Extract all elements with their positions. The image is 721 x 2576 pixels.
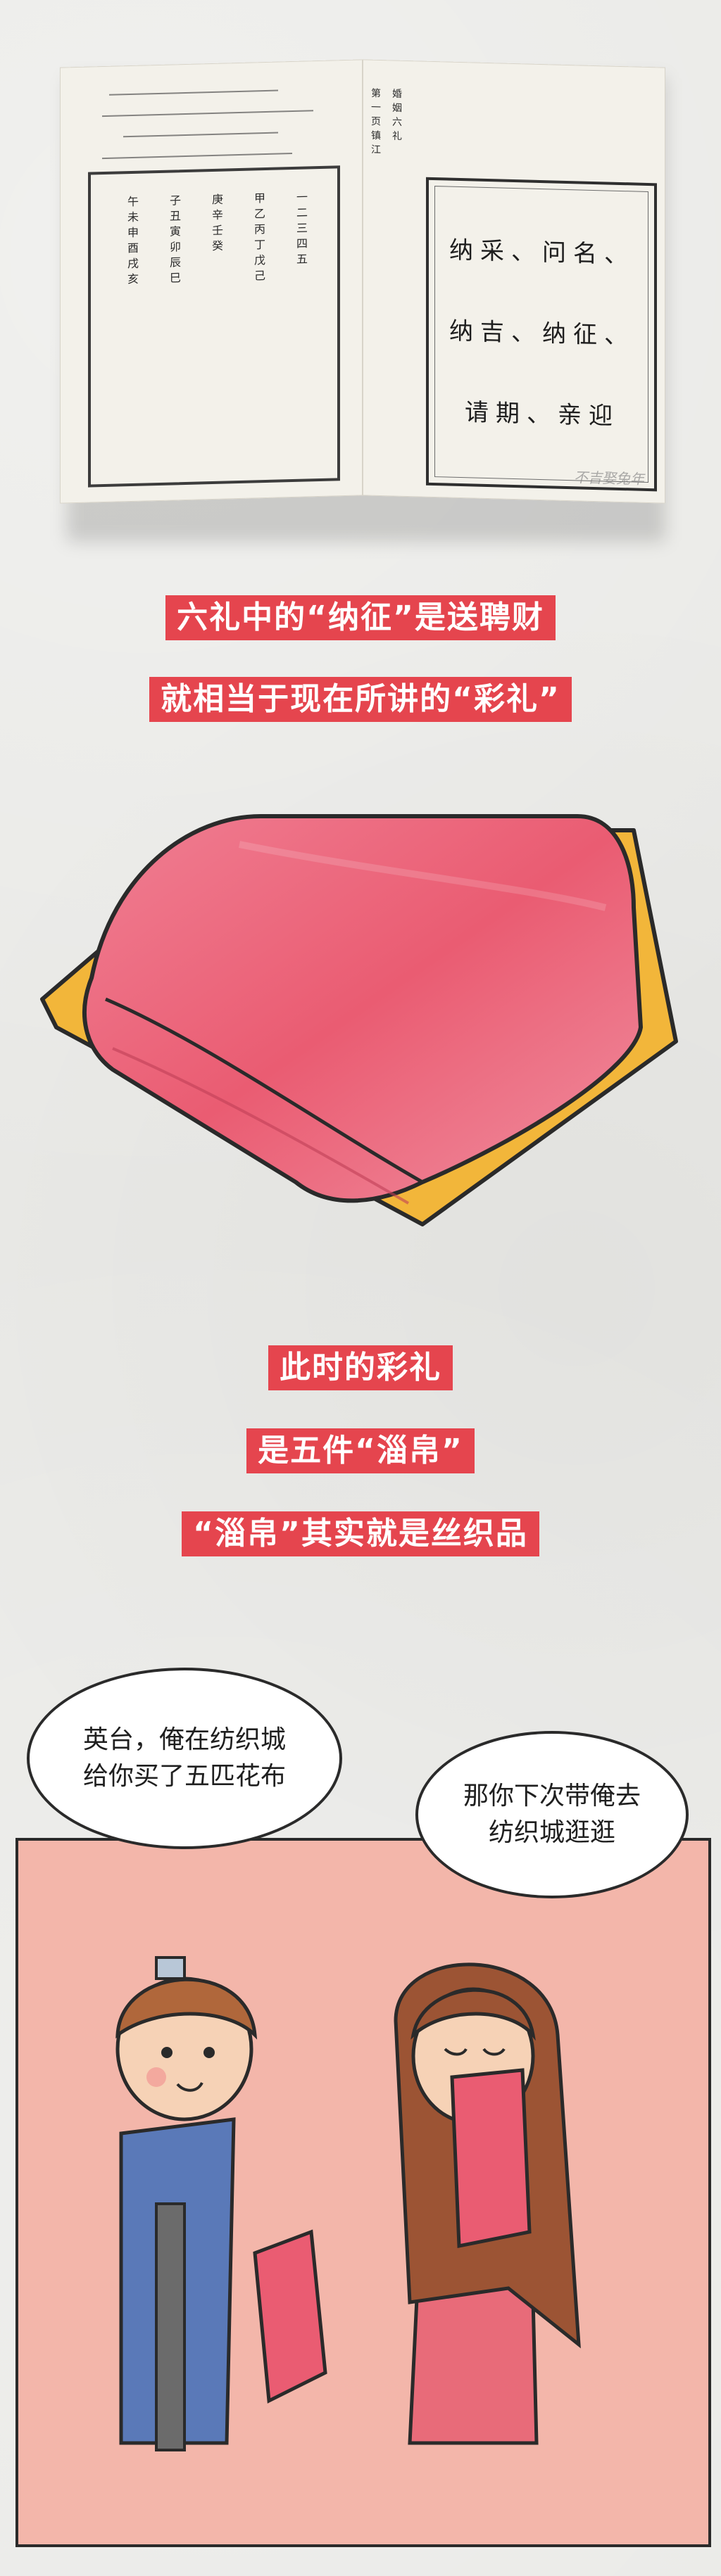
folded-cloth-illustration xyxy=(40,814,678,1226)
handwriting-scribble xyxy=(102,153,292,160)
book-text-line: 请期、亲迎 xyxy=(465,398,620,431)
book-stamp: 不吉娶兔年 xyxy=(574,469,644,488)
handwriting-scribble xyxy=(109,89,278,96)
caption-label: 六礼中的“纳征”是送聘财 xyxy=(165,595,556,640)
caption-row: 此时的彩礼 xyxy=(0,1345,721,1390)
speech-text: 英台，俺在纺织城 给你买了五匹花布 xyxy=(83,1722,286,1795)
vertical-note-column: 庚辛壬癸 xyxy=(210,193,223,256)
comic-characters xyxy=(115,1956,581,2451)
male-character xyxy=(115,1956,327,2451)
vertical-note-column: 第一页镇江 xyxy=(370,87,381,159)
handwriting-scribble xyxy=(102,110,313,118)
pink-cloth xyxy=(82,814,643,1203)
vertical-note-column: 一二三四五 xyxy=(294,191,308,269)
vertical-note-column: 子丑寅卯辰巳 xyxy=(168,194,181,288)
old-book-illustration: 一二三四五 甲乙丙丁戊己 庚辛壬癸 子丑寅卯辰巳 午未申酉戌亥 第一页镇江 婚姻… xyxy=(60,49,665,542)
caption-label: 是五件“淄帛” xyxy=(246,1428,475,1473)
book-right-page: 第一页镇江 婚姻六礼 纳采、问名、 纳吉、纳征、 请期、亲迎 不吉娶兔年 xyxy=(363,59,665,504)
vertical-note-column: 甲乙丙丁戊己 xyxy=(252,191,265,286)
handwriting-scribble xyxy=(123,132,278,138)
caption-row: 是五件“淄帛” xyxy=(0,1428,721,1473)
book-text-line: 纳采、问名、 xyxy=(449,236,635,269)
speech-line: 英台，俺在纺织城 xyxy=(82,1725,286,1754)
speech-bubble-right: 那你下次带俺去 纺织城逛逛 xyxy=(415,1731,689,1898)
caption-row: 就相当于现在所讲的“彩礼” xyxy=(0,677,721,722)
caption-row: “淄帛”其实就是丝织品 xyxy=(0,1511,721,1556)
caption-row: 六礼中的“纳征”是送聘财 xyxy=(0,595,721,640)
caption-label: “淄帛”其实就是丝织品 xyxy=(182,1511,539,1556)
female-character xyxy=(394,1962,581,2445)
book-text-line: 纳吉、纳征、 xyxy=(449,317,635,350)
speech-bubble-left: 英台，俺在纺织城 给你买了五匹花布 xyxy=(27,1668,342,1849)
vertical-note-column: 婚姻六礼 xyxy=(391,88,402,145)
caption-label: 就相当于现在所讲的“彩礼” xyxy=(149,677,572,722)
speech-text: 那你下次带俺去 纺织城逛逛 xyxy=(463,1778,641,1851)
speech-line: 纺织城逛逛 xyxy=(488,1818,615,1847)
speech-line: 那你下次带俺去 xyxy=(463,1782,641,1810)
caption-label: 此时的彩礼 xyxy=(268,1345,453,1390)
book-left-page: 一二三四五 甲乙丙丁戊己 庚辛壬癸 子丑寅卯辰巳 午未申酉戌亥 xyxy=(60,59,363,504)
vertical-note-column: 午未申酉戌亥 xyxy=(125,195,139,289)
speech-line: 给你买了五匹花布 xyxy=(82,1762,286,1791)
